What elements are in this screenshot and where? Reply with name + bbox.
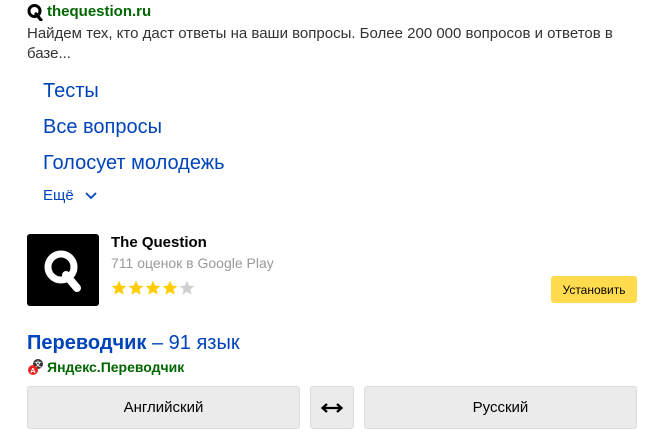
app-rating-count: 711 оценок в Google Play	[111, 255, 274, 271]
translator-title-bold: Переводчик	[27, 332, 147, 354]
svg-text:A: A	[30, 366, 36, 375]
swap-languages-button[interactable]	[310, 386, 354, 429]
app-icon[interactable]	[27, 234, 99, 306]
more-label: Ещё	[43, 187, 74, 204]
result-snippet: Найдем тех, кто даст ответы на ваши вопр…	[27, 25, 613, 62]
translator-title[interactable]: Переводчик – 91 язык	[27, 332, 240, 355]
q-logo-icon	[44, 250, 81, 292]
q-logo-icon	[27, 4, 43, 21]
install-button[interactable]: Установить	[551, 276, 637, 303]
star-empty-icon	[179, 280, 195, 295]
star-filled-icon	[162, 280, 178, 295]
swap-arrows-icon	[320, 402, 344, 413]
yandex-translate-icon: 文 A	[28, 359, 43, 375]
target-language-button[interactable]: Русский	[364, 386, 637, 429]
star-filled-icon	[128, 280, 144, 295]
app-name[interactable]: The Question	[111, 234, 207, 251]
site-link[interactable]: thequestion.ru	[47, 3, 151, 20]
sitelink-all-questions[interactable]: Все вопросы	[43, 116, 162, 139]
sitelink-tests[interactable]: Тесты	[43, 80, 99, 103]
translator-title-rest: – 91 язык	[146, 332, 240, 354]
sitelink-youth-votes[interactable]: Голосует молодежь	[43, 152, 225, 175]
chevron-down-icon	[85, 191, 97, 199]
source-language-button[interactable]: Английский	[27, 386, 300, 429]
rating-stars	[111, 280, 195, 296]
more-sitelinks-button[interactable]: Ещё	[43, 187, 98, 204]
yandex-translate-link[interactable]: Яндекс.Переводчик	[47, 359, 184, 375]
star-filled-icon	[111, 280, 127, 295]
star-filled-icon	[145, 280, 161, 295]
